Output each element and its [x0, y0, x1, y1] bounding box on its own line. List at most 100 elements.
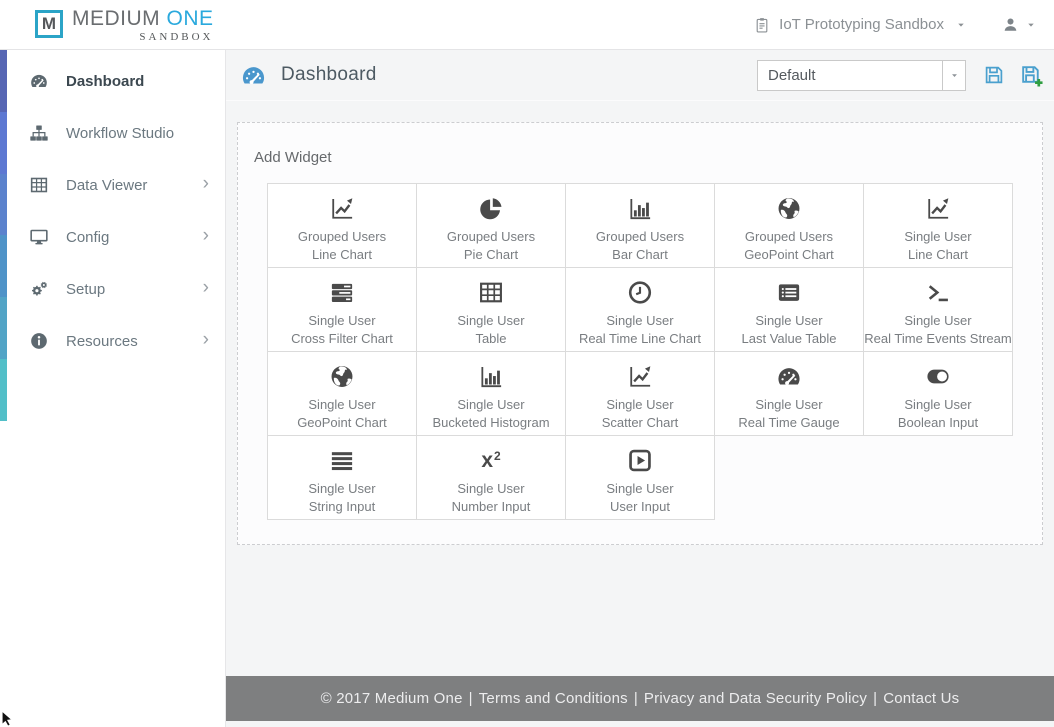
widget-type-label: Real Time Line Chart — [578, 331, 702, 346]
main-area: Dashboard Default Add Widget Grouped Use… — [225, 50, 1054, 727]
gauge-icon — [29, 71, 49, 91]
brand-name-primary: MEDIUM — [72, 6, 167, 30]
align-justify-icon — [328, 447, 356, 474]
play-square-icon — [626, 447, 654, 474]
sidebar-nav: Dashboard Workflow Studio Data Viewer › … — [0, 50, 225, 367]
widget-cell[interactable]: Grouped Users Line Chart — [267, 183, 417, 268]
workspace-label: IoT Prototyping Sandbox — [779, 16, 944, 33]
widget-group-label: Grouped Users — [595, 229, 685, 244]
widget-group-label: Grouped Users — [297, 229, 387, 244]
brand-logo-text: MEDIUM ONE SANDBOX — [72, 7, 214, 43]
brand-logo-mark-icon: M — [35, 9, 63, 38]
sidebar-item[interactable]: Dashboard — [0, 55, 225, 107]
widget-type-label: User Input — [610, 499, 670, 514]
sidebar: Dashboard Workflow Studio Data Viewer › … — [0, 50, 225, 727]
widget-cell[interactable]: Single User Line Chart — [863, 183, 1013, 268]
widget-cell[interactable]: Single User User Input — [565, 435, 715, 520]
widget-cell[interactable]: Single User Last Value Table — [714, 267, 864, 352]
save-plus-icon — [1019, 63, 1044, 88]
table-widget-icon — [477, 279, 505, 306]
footer-separator: | — [468, 690, 473, 707]
widget-type-label: Table — [475, 331, 507, 346]
tasks-icon — [328, 279, 356, 306]
workspace-selector[interactable]: IoT Prototyping Sandbox — [753, 16, 966, 34]
widget-group-label: Single User — [904, 397, 972, 412]
sidebar-item[interactable]: Config › — [0, 211, 225, 263]
sidebar-item-label: Config — [66, 228, 110, 246]
widget-cell[interactable]: Single User Scatter Chart — [565, 351, 715, 436]
widget-cell[interactable]: Grouped Users Pie Chart — [416, 183, 566, 268]
globe-icon — [775, 195, 803, 222]
widget-group-label: Single User — [755, 397, 823, 412]
widget-cell[interactable]: x2 Single User Number Input — [416, 435, 566, 520]
sidebar-item[interactable]: Workflow Studio — [0, 107, 225, 159]
caret-down-icon — [950, 71, 959, 80]
save-dashboard-as-new-button[interactable] — [1019, 63, 1043, 87]
widget-type-label: Real Time Events Stream — [864, 331, 1012, 346]
add-widget-title: Add Widget — [254, 149, 332, 166]
sidebar-item-label: Setup — [66, 280, 106, 298]
chevron-right-icon: › — [202, 329, 209, 350]
widget-type-label: Bucketed Histogram — [432, 415, 550, 430]
user-menu[interactable] — [1002, 16, 1036, 33]
widget-cell[interactable]: Single User Cross Filter Chart — [267, 267, 417, 352]
line-chart-icon — [626, 363, 654, 390]
caret-down-icon — [956, 20, 966, 30]
widget-group-label: Single User — [457, 397, 525, 412]
sidebar-accent-strip — [0, 50, 7, 421]
select-caret-box[interactable] — [942, 60, 965, 90]
brand-name-secondary: ONE — [166, 6, 214, 30]
dashboard-preset-select[interactable]: Default — [757, 59, 966, 91]
widget-group-label: Single User — [755, 313, 823, 328]
preset-select-value: Default — [768, 66, 816, 84]
superscript-icon: x2 — [481, 449, 501, 472]
widget-cell[interactable]: Single User Boolean Input — [863, 351, 1013, 436]
widget-cell[interactable]: Single User Real Time Line Chart — [565, 267, 715, 352]
sidebar-item[interactable]: Data Viewer › — [0, 159, 225, 211]
footer-copyright: © 2017 Medium One — [320, 690, 463, 707]
save-dashboard-button[interactable] — [982, 63, 1006, 87]
footer-link-terms[interactable]: Terms and Conditions — [479, 690, 628, 707]
widget-cell[interactable]: Single User Real Time Events Stream — [863, 267, 1013, 352]
widget-group-label: Single User — [904, 229, 972, 244]
clipboard-icon — [753, 16, 771, 34]
main-header: Dashboard Default — [226, 50, 1054, 101]
widget-type-label: GeoPoint Chart — [744, 247, 834, 262]
widget-group-label: Single User — [308, 397, 376, 412]
desktop-icon — [29, 227, 49, 247]
line-chart-icon — [328, 195, 356, 222]
widget-type-label: Boolean Input — [897, 415, 979, 430]
widget-group-label: Single User — [904, 313, 972, 328]
widget-type-label: Line Chart — [312, 247, 372, 262]
widget-cell[interactable]: Grouped Users GeoPoint Chart — [714, 183, 864, 268]
footer-link-privacy[interactable]: Privacy and Data Security Policy — [644, 690, 867, 707]
sidebar-item[interactable]: Setup › — [0, 263, 225, 315]
widget-type-label: GeoPoint Chart — [297, 415, 387, 430]
widget-group-label: Single User — [457, 313, 525, 328]
brand-logo[interactable]: M MEDIUM ONE SANDBOX — [35, 7, 214, 43]
toggle-icon — [924, 363, 952, 390]
widget-cell[interactable]: Grouped Users Bar Chart — [565, 183, 715, 268]
widget-cell[interactable]: Single User String Input — [267, 435, 417, 520]
widget-type-label: Real Time Gauge — [738, 415, 840, 430]
widget-type-label: Scatter Chart — [601, 415, 679, 430]
top-bar: M MEDIUM ONE SANDBOX IoT Prototyping San… — [0, 0, 1054, 50]
sidebar-item-label: Resources — [66, 332, 138, 350]
globe-icon — [328, 363, 356, 390]
sidebar-item[interactable]: Resources › — [0, 315, 225, 367]
widget-cell[interactable]: Single User GeoPoint Chart — [267, 351, 417, 436]
footer-link-contact[interactable]: Contact Us — [883, 690, 959, 707]
list-alt-icon — [775, 279, 803, 306]
gears-icon — [29, 279, 49, 299]
widget-cell[interactable]: Single User Bucketed Histogram — [416, 351, 566, 436]
bar-chart-icon — [477, 363, 505, 390]
gauge-icon — [775, 363, 803, 390]
line-chart-icon — [924, 195, 952, 222]
sitemap-icon — [29, 123, 49, 143]
caret-down-icon — [1026, 20, 1036, 30]
widget-cell[interactable]: Single User Real Time Gauge — [714, 351, 864, 436]
widget-type-label: Pie Chart — [463, 247, 519, 262]
widget-group-label: Grouped Users — [744, 229, 834, 244]
widget-cell[interactable]: Single User Table — [416, 267, 566, 352]
widget-group-label: Grouped Users — [446, 229, 536, 244]
